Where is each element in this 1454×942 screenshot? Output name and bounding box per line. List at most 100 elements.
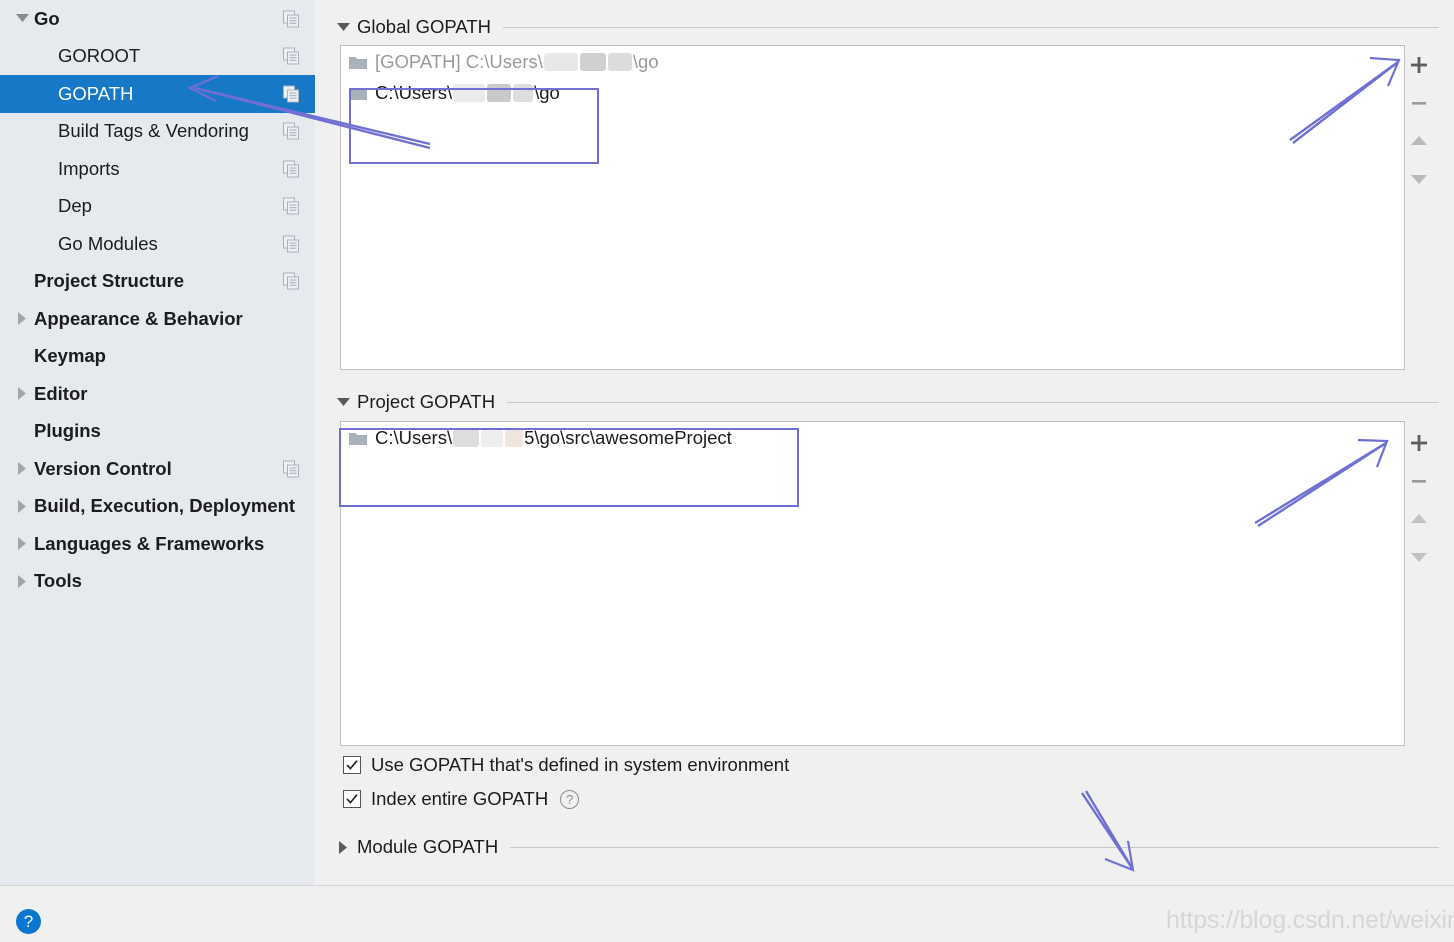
help-button[interactable]: ? xyxy=(16,909,41,934)
global-gopath-row-1-prefix: C:\Users\ xyxy=(375,81,453,103)
sidebar-item-build-execution-deployment[interactable]: Build, Execution, Deployment xyxy=(0,488,315,526)
sidebar-item-languages-frameworks[interactable]: Languages & Frameworks xyxy=(0,525,315,563)
sidebar-item-tools[interactable]: Tools xyxy=(0,563,315,601)
sidebar-item-keymap[interactable]: Keymap xyxy=(0,338,315,376)
use-system-gopath-checkbox[interactable] xyxy=(343,756,361,774)
sidebar-item-label: Dep xyxy=(58,195,92,217)
global-gopath-row-1-suffix: \go xyxy=(534,81,560,103)
use-system-gopath-row[interactable]: Use GOPATH that's defined in system envi… xyxy=(343,753,789,777)
global-gopath-section-header[interactable]: Global GOPATH xyxy=(335,16,1439,38)
sidebar-item-label: Editor xyxy=(34,382,88,404)
list-item[interactable]: [GOPATH] C:\Users\ \go xyxy=(341,46,1404,77)
sidebar-item-label: Version Control xyxy=(34,457,172,479)
plus-icon xyxy=(1411,57,1427,73)
copy-settings-icon[interactable] xyxy=(283,10,300,28)
arrow-down-icon xyxy=(1411,553,1427,562)
chevron-down-icon[interactable] xyxy=(14,11,30,27)
sidebar-item-go[interactable]: Go xyxy=(0,0,315,38)
chevron-right-icon[interactable] xyxy=(14,311,30,327)
sidebar-item-label: Appearance & Behavior xyxy=(34,307,243,329)
redacted-username xyxy=(453,83,486,102)
copy-settings-icon[interactable] xyxy=(283,235,300,253)
arrow-up-icon xyxy=(1411,136,1427,145)
index-entire-gopath-checkbox[interactable] xyxy=(343,790,361,808)
index-entire-gopath-label: Index entire GOPATH xyxy=(371,788,549,809)
question-mark-icon[interactable]: ? xyxy=(560,789,580,809)
sidebar-item-project-structure[interactable]: Project Structure xyxy=(0,263,315,301)
redacted-username xyxy=(487,83,512,102)
copy-settings-icon[interactable] xyxy=(283,47,300,65)
module-gopath-section-header[interactable]: Module GOPATH xyxy=(335,836,1439,858)
list-item[interactable]: C:\Users\ \go xyxy=(341,77,1404,108)
global-gopath-row-0-suffix: \go xyxy=(632,50,659,72)
move-up-global-gopath-button[interactable] xyxy=(1399,122,1439,160)
chevron-right-icon[interactable] xyxy=(14,461,30,477)
chevron-right-icon[interactable] xyxy=(14,573,30,589)
copy-settings-icon[interactable] xyxy=(283,122,300,140)
redacted-username xyxy=(607,52,632,71)
sidebar-item-label: Keymap xyxy=(34,345,106,367)
arrow-down-icon xyxy=(1411,175,1427,184)
add-project-gopath-button[interactable] xyxy=(1399,424,1439,462)
chevron-right-icon[interactable] xyxy=(14,386,30,402)
project-gopath-list[interactable]: C:\Users\ 5\go\src\awesomeProject xyxy=(340,421,1405,746)
sidebar-item-label: Build Tags & Vendoring xyxy=(58,120,249,142)
chevron-right-icon[interactable] xyxy=(14,536,30,552)
global-gopath-list[interactable]: [GOPATH] C:\Users\ \go C:\Users\ \go xyxy=(340,45,1405,370)
project-gopath-title: Project GOPATH xyxy=(357,391,496,412)
collapse-triangle-down-icon[interactable] xyxy=(335,19,351,35)
section-divider xyxy=(503,26,1439,28)
move-down-global-gopath-button[interactable] xyxy=(1399,160,1439,198)
module-gopath-title: Module GOPATH xyxy=(357,836,499,857)
sidebar-item-label: Go Modules xyxy=(58,232,158,254)
folder-icon xyxy=(349,431,367,445)
remove-project-gopath-button[interactable] xyxy=(1399,462,1439,500)
copy-settings-icon[interactable] xyxy=(283,272,300,290)
collapse-triangle-right-icon[interactable] xyxy=(335,839,351,855)
copy-settings-icon[interactable] xyxy=(283,460,300,478)
sidebar-item-editor[interactable]: Editor xyxy=(0,375,315,413)
sidebar-item-label: Tools xyxy=(34,570,82,592)
remove-global-gopath-button[interactable] xyxy=(1399,84,1439,122)
collapse-triangle-down-icon[interactable] xyxy=(335,394,351,410)
folder-icon xyxy=(349,86,367,100)
sidebar-item-build-tags-vendoring[interactable]: Build Tags & Vendoring xyxy=(0,113,315,151)
global-gopath-title: Global GOPATH xyxy=(357,16,491,37)
project-gopath-toolbar xyxy=(1397,424,1441,576)
sidebar-item-version-control[interactable]: Version Control xyxy=(0,450,315,488)
project-gopath-row-0-suffix: 5\go\src\awesomeProject xyxy=(524,426,732,448)
sidebar-item-goroot[interactable]: GOROOT xyxy=(0,38,315,76)
sidebar-item-label: Plugins xyxy=(34,420,101,442)
copy-settings-icon[interactable] xyxy=(283,160,300,178)
chevron-right-icon[interactable] xyxy=(14,498,30,514)
minus-icon xyxy=(1412,480,1426,483)
add-global-gopath-button[interactable] xyxy=(1399,46,1439,84)
list-item[interactable]: C:\Users\ 5\go\src\awesomeProject xyxy=(341,422,1404,453)
redacted-username xyxy=(481,428,504,447)
sidebar-item-gopath[interactable]: GOPATH xyxy=(0,75,315,113)
move-up-project-gopath-button[interactable] xyxy=(1399,500,1439,538)
sidebar-item-go-modules[interactable]: Go Modules xyxy=(0,225,315,263)
sidebar-item-label: Languages & Frameworks xyxy=(34,532,265,554)
index-entire-gopath-row[interactable]: Index entire GOPATH ? xyxy=(343,787,580,811)
settings-dialog: Go GOROOT GOPATH Build Tags & Vendoring Impo… xyxy=(0,0,1454,942)
arrow-up-icon xyxy=(1411,514,1427,523)
checkmark-icon xyxy=(346,760,358,770)
minus-icon xyxy=(1412,102,1426,105)
gopath-settings-panel: Global GOPATH [GOPATH] C:\Users\ \go C:\… xyxy=(315,0,1454,885)
section-divider xyxy=(507,401,1439,403)
copy-settings-icon[interactable] xyxy=(283,197,300,215)
sidebar-item-dep[interactable]: Dep xyxy=(0,188,315,226)
sidebar-item-imports[interactable]: Imports xyxy=(0,150,315,188)
sidebar-item-label: Imports xyxy=(58,157,120,179)
move-down-project-gopath-button[interactable] xyxy=(1399,538,1439,576)
use-system-gopath-label: Use GOPATH that's defined in system envi… xyxy=(371,754,790,775)
project-gopath-section-header[interactable]: Project GOPATH xyxy=(335,391,1439,413)
sidebar-item-label: Go xyxy=(34,7,60,29)
settings-sidebar: Go GOROOT GOPATH Build Tags & Vendoring Impo… xyxy=(0,0,315,885)
sidebar-item-appearance-behavior[interactable]: Appearance & Behavior xyxy=(0,300,315,338)
redacted-username xyxy=(543,52,578,71)
copy-settings-icon[interactable] xyxy=(283,85,300,103)
sidebar-item-plugins[interactable]: Plugins xyxy=(0,413,315,451)
global-gopath-toolbar xyxy=(1397,46,1441,198)
